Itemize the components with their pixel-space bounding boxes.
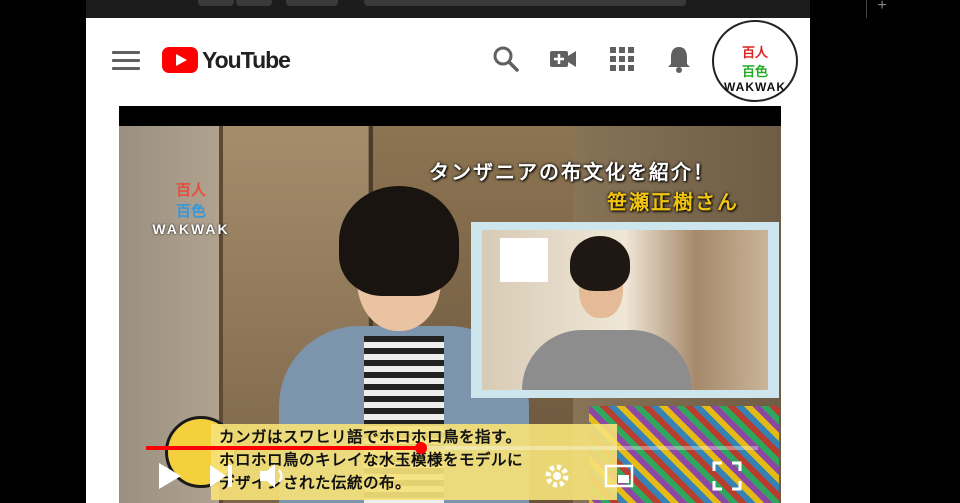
hamburger-menu-icon[interactable] — [112, 51, 140, 71]
youtube-logo-text: YouTube — [202, 46, 291, 73]
video-camera-add-icon[interactable] — [548, 44, 578, 74]
video-player[interactable]: 百人 百色 WAKWAK タンザニアの布文化を紹介！ 笹瀬正樹さん カンガはスワ… — [119, 106, 781, 503]
youtube-play-logo-icon — [162, 47, 198, 73]
next-icon[interactable] — [205, 460, 237, 492]
fullscreen-icon[interactable] — [711, 460, 743, 492]
watermark-line1: 百人 — [175, 182, 206, 199]
browser-tab[interactable] — [286, 0, 338, 6]
youtube-page: YouTube 百人 百色 WAKWAK 百人 百色 WAKWAK タンザニアの… — [86, 18, 810, 503]
inset-video-frame — [471, 222, 779, 398]
channel-watermark: 百人 百色 WAKWAK — [141, 161, 241, 261]
youtube-header: YouTube 百人 百色 WAKWAK — [86, 18, 810, 102]
browser-tab[interactable] — [236, 0, 272, 6]
browser-tab[interactable] — [198, 0, 234, 6]
avatar-text-line3: WAKWAK — [724, 80, 786, 94]
play-icon[interactable] — [153, 460, 185, 492]
video-overlay-subtitle: 笹瀬正樹さん — [607, 192, 739, 214]
bell-icon[interactable] — [664, 44, 694, 74]
watermark-line3: WAKWAK — [152, 221, 230, 237]
browser-address-bar[interactable] — [364, 0, 686, 6]
settings-gear-icon[interactable] — [541, 460, 573, 492]
avatar[interactable]: 百人 百色 WAKWAK — [712, 20, 798, 102]
video-overlay-title: タンザニアの布文化を紹介！ — [429, 162, 715, 184]
video-progress-bar[interactable] — [146, 442, 758, 454]
search-icon[interactable] — [491, 44, 521, 74]
apps-grid-icon[interactable] — [607, 44, 637, 74]
youtube-logo[interactable]: YouTube — [162, 46, 291, 74]
miniplayer-icon[interactable] — [603, 460, 635, 492]
browser-tab-strip: + — [86, 0, 887, 18]
volume-icon[interactable] — [257, 460, 289, 492]
watermark-line2: 百色 — [175, 203, 206, 220]
avatar-text-line2: 百色 — [741, 64, 768, 79]
new-tab-button[interactable]: + — [866, 0, 897, 18]
avatar-text-line1: 百人 — [741, 45, 768, 60]
progress-played — [146, 446, 422, 450]
